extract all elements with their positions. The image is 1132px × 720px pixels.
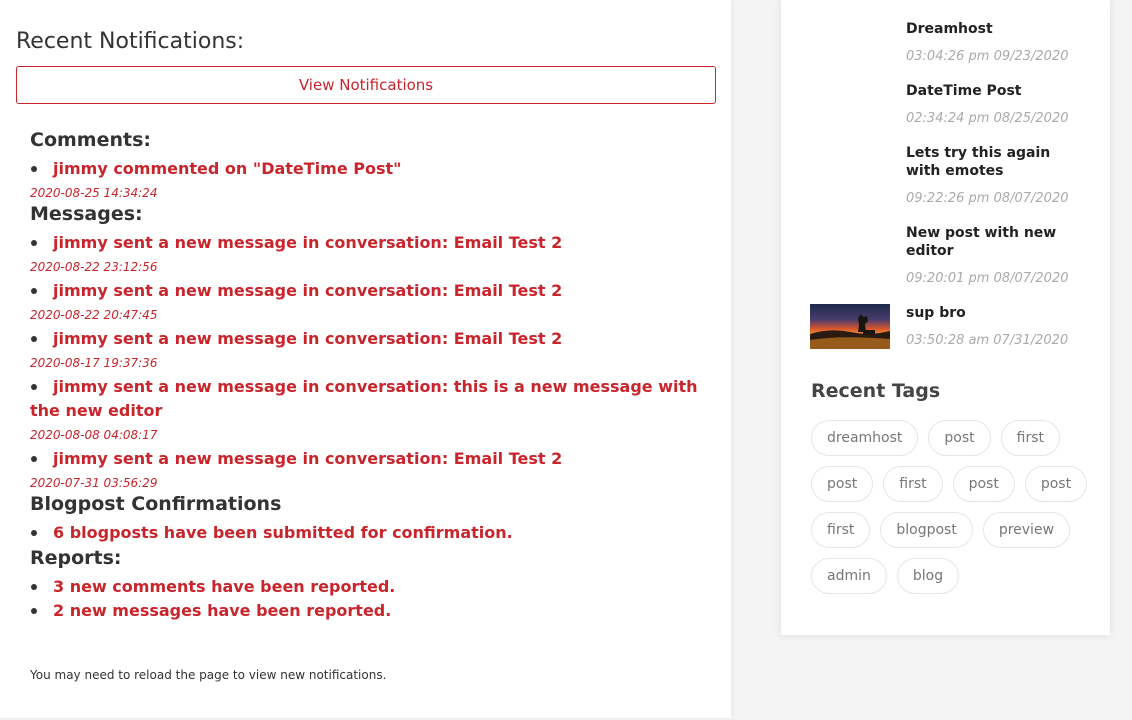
list-item: jimmy commented on "DateTime Post" 2020-… bbox=[30, 157, 710, 205]
blogpost-list: 6 blogposts have been submitted for conf… bbox=[30, 521, 710, 545]
bullet-icon bbox=[31, 608, 37, 614]
list-item: 3 new comments have been reported. bbox=[30, 575, 710, 599]
tag-pill[interactable]: blogpost bbox=[880, 512, 973, 548]
tag-pill[interactable]: blog bbox=[896, 558, 960, 594]
tag-pill[interactable]: post bbox=[811, 466, 874, 502]
list-item: jimmy sent a new message in conversation… bbox=[30, 327, 710, 375]
bullet-icon bbox=[31, 288, 37, 294]
bullet-icon bbox=[31, 240, 37, 246]
post-title[interactable]: Dreamhost bbox=[906, 20, 1086, 38]
tag-pill[interactable]: post bbox=[1024, 466, 1088, 502]
message-notification-link[interactable]: jimmy sent a new message in conversation… bbox=[30, 279, 710, 303]
blogpost-notification-link[interactable]: 6 blogposts have been submitted for conf… bbox=[30, 521, 710, 545]
list-item: 2 new messages have been reported. bbox=[30, 599, 710, 623]
post-title[interactable]: sup bro bbox=[906, 304, 1086, 322]
reload-note: You may need to reload the page to view … bbox=[30, 668, 387, 682]
post-title[interactable]: Lets try this again with emotes bbox=[906, 144, 1086, 180]
list-item: 6 blogposts have been submitted for conf… bbox=[30, 521, 710, 545]
tag-pill[interactable]: first bbox=[811, 512, 871, 548]
timestamp: 2020-08-22 20:47:45 bbox=[30, 308, 158, 322]
post-date: 09:20:01 pm 08/07/2020 bbox=[906, 271, 1069, 286]
notification-text: jimmy sent a new message in conversation… bbox=[53, 233, 563, 252]
timestamp: 2020-08-08 04:08:17 bbox=[30, 428, 158, 442]
recent-tags-heading: Recent Tags bbox=[811, 380, 941, 402]
timestamp: 2020-08-17 19:37:36 bbox=[30, 356, 158, 370]
notification-text: jimmy sent a new message in conversation… bbox=[53, 329, 563, 348]
notification-text: jimmy sent a new message in conversation… bbox=[53, 281, 563, 300]
page-title: Recent Notifications: bbox=[16, 29, 245, 54]
post-date: 02:34:24 pm 08/25/2020 bbox=[906, 111, 1069, 126]
notification-text: jimmy commented on "DateTime Post" bbox=[53, 159, 402, 178]
comments-heading: Comments: bbox=[30, 129, 151, 151]
report-notification-link[interactable]: 2 new messages have been reported. bbox=[30, 599, 710, 623]
reports-list: 3 new comments have been reported. 2 new… bbox=[30, 575, 710, 623]
post-title[interactable]: DateTime Post bbox=[906, 82, 1086, 100]
tag-pill[interactable]: preview bbox=[982, 512, 1071, 548]
timestamp: 2020-08-22 23:12:56 bbox=[30, 260, 158, 274]
reports-heading: Reports: bbox=[30, 547, 122, 569]
bullet-icon bbox=[31, 456, 37, 462]
comment-notification-link[interactable]: jimmy commented on "DateTime Post" bbox=[30, 157, 710, 181]
post-date: 09:22:26 pm 08/07/2020 bbox=[906, 191, 1069, 206]
message-notification-link[interactable]: jimmy sent a new message in conversation… bbox=[30, 447, 710, 471]
list-item: jimmy sent a new message in conversation… bbox=[30, 447, 710, 495]
tag-cloud: dreamhost post first post first post pos… bbox=[811, 420, 1091, 594]
notification-text: 3 new comments have been reported. bbox=[53, 577, 396, 596]
tag-pill[interactable]: post bbox=[928, 420, 991, 456]
notification-text: jimmy sent a new message in conversation… bbox=[53, 449, 563, 468]
list-item: jimmy sent a new message in conversation… bbox=[30, 279, 710, 327]
list-item: jimmy sent a new message in conversation… bbox=[30, 375, 710, 447]
report-notification-link[interactable]: 3 new comments have been reported. bbox=[30, 575, 710, 599]
bullet-icon bbox=[31, 584, 37, 590]
bullet-icon bbox=[31, 336, 37, 342]
tag-pill[interactable]: post bbox=[952, 466, 1015, 502]
list-item: jimmy sent a new message in conversation… bbox=[30, 231, 710, 279]
notification-text: 2 new messages have been reported. bbox=[53, 601, 392, 620]
tag-pill[interactable]: admin bbox=[811, 558, 887, 594]
tag-pill[interactable]: first bbox=[883, 466, 943, 502]
messages-heading: Messages: bbox=[30, 203, 143, 225]
view-notifications-button[interactable]: View Notifications bbox=[16, 66, 716, 104]
tag-pill[interactable]: first bbox=[1000, 420, 1060, 456]
notifications-content: Comments: jimmy commented on "DateTime P… bbox=[30, 127, 710, 623]
post-date: 03:04:26 pm 09/23/2020 bbox=[906, 49, 1069, 64]
bullet-icon bbox=[31, 530, 37, 536]
post-title[interactable]: New post with new editor bbox=[906, 224, 1086, 260]
notification-text: 6 blogposts have been submitted for conf… bbox=[53, 523, 513, 542]
blogpost-confirmations-heading: Blogpost Confirmations bbox=[30, 493, 282, 515]
message-notification-link[interactable]: jimmy sent a new message in conversation… bbox=[30, 327, 710, 351]
post-thumbnail-image[interactable] bbox=[810, 304, 890, 349]
message-notification-link[interactable]: jimmy sent a new message in conversation… bbox=[30, 375, 710, 423]
comments-list: jimmy commented on "DateTime Post" 2020-… bbox=[30, 157, 710, 205]
tag-pill[interactable]: dreamhost bbox=[811, 420, 919, 456]
message-notification-link[interactable]: jimmy sent a new message in conversation… bbox=[30, 231, 710, 255]
notification-text: jimmy sent a new message in conversation… bbox=[30, 377, 698, 420]
sunset-landscape-image bbox=[810, 304, 890, 349]
bullet-icon bbox=[31, 166, 37, 172]
bullet-icon bbox=[31, 384, 37, 390]
messages-list: jimmy sent a new message in conversation… bbox=[30, 231, 710, 495]
post-date: 03:50:28 am 07/31/2020 bbox=[906, 333, 1069, 348]
